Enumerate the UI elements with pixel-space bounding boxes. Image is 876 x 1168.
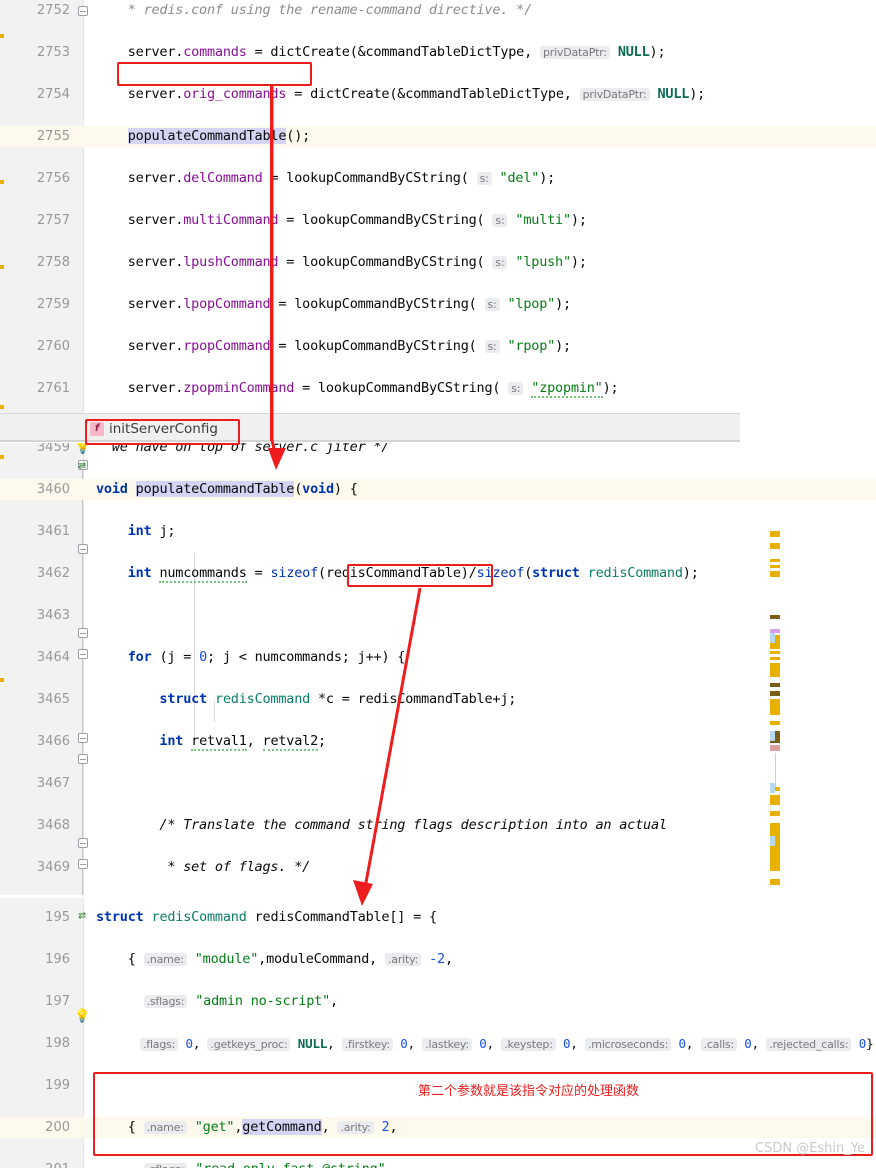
editor-root: 2752 * redis.conf using the rename-comma… — [0, 0, 876, 1168]
annotation-arrow-2 — [353, 587, 422, 906]
annotation-note-text: 第二个参数就是该指令对应的处理函数 — [418, 1084, 640, 1099]
watermark: CSDN @Eshin_Ye — [755, 1141, 865, 1156]
